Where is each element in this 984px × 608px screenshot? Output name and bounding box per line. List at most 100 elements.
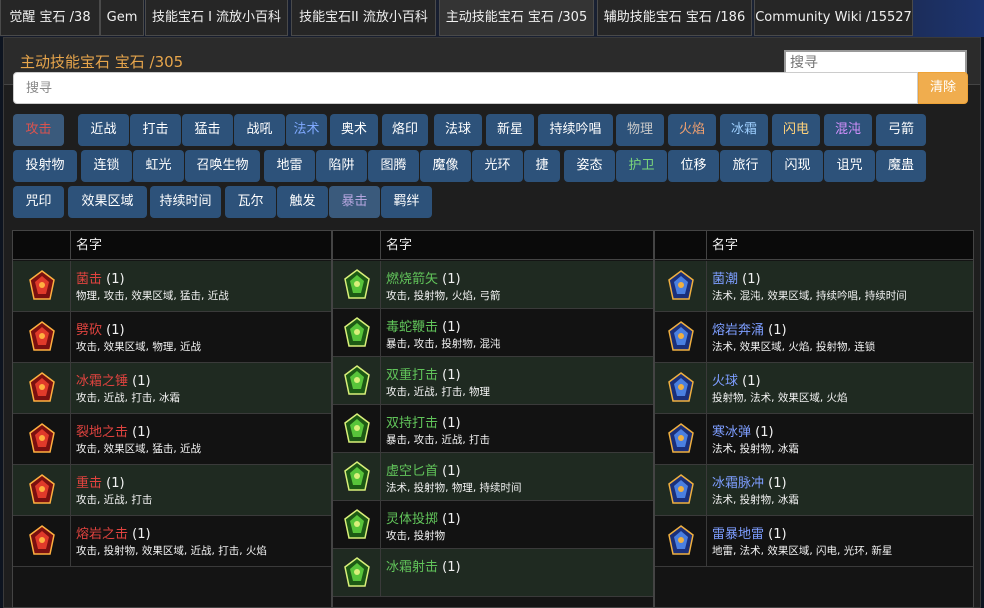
tag-button[interactable]: 攻击 — [13, 114, 64, 146]
intelligence-gem-icon[interactable] — [655, 465, 707, 515]
tag-button[interactable]: 图腾 — [368, 150, 419, 182]
gem-name-link[interactable]: 寒冰弹 — [712, 425, 751, 440]
tag-button[interactable]: 召唤生物 — [185, 150, 260, 182]
tag-button[interactable]: 猛击 — [182, 114, 233, 146]
strength-gem-icon[interactable] — [13, 312, 71, 362]
table-row[interactable]: 菌潮 (1) 法术, 混沌, 效果区域, 持续吟唱, 持续时间 — [655, 261, 973, 312]
tag-button[interactable]: 烙印 — [382, 114, 428, 146]
table-row[interactable]: 双持打击 (1) 暴击, 攻击, 近战, 打击 — [333, 405, 653, 453]
table-row[interactable]: 燃烧箭矢 (1) 攻击, 投射物, 火焰, 弓箭 — [333, 261, 653, 309]
table-row[interactable]: 重击 (1) 攻击, 近战, 打击 — [13, 465, 331, 516]
tag-button[interactable]: 新星 — [486, 114, 534, 146]
tag-button[interactable]: 闪现 — [772, 150, 823, 182]
intelligence-gem-icon[interactable] — [655, 312, 707, 362]
tag-button[interactable]: 持续吟唱 — [538, 114, 613, 146]
tag-button[interactable]: 旅行 — [720, 150, 771, 182]
gem-name-link[interactable]: 灵体投掷 — [386, 512, 438, 527]
gem-name-link[interactable]: 双重打击 — [386, 368, 438, 383]
gem-name-link[interactable]: 燃烧箭矢 — [386, 272, 438, 287]
gem-name-link[interactable]: 毒蛇鞭击 — [386, 320, 438, 335]
intelligence-gem-icon[interactable] — [655, 363, 707, 413]
gem-name-link[interactable]: 虚空匕首 — [386, 464, 438, 479]
tag-button[interactable]: 触发 — [277, 186, 328, 218]
tag-button[interactable]: 暴击 — [329, 186, 380, 218]
tag-button[interactable]: 魔像 — [420, 150, 471, 182]
table-row[interactable]: 寒冰弹 (1) 法术, 投射物, 冰霜 — [655, 414, 973, 465]
nav-tab-4[interactable]: 主动技能宝石 宝石 /305 — [439, 0, 594, 36]
tag-button[interactable]: 姿态 — [564, 150, 615, 182]
gem-name-link[interactable]: 熔岩奔涌 — [712, 323, 764, 338]
table-row[interactable]: 冰霜之锤 (1) 攻击, 近战, 打击, 冰霜 — [13, 363, 331, 414]
strength-gem-icon[interactable] — [13, 465, 71, 515]
gem-name-link[interactable]: 劈砍 — [76, 323, 102, 338]
nav-tab-2[interactable]: 技能宝石 I 流放小百科 — [145, 0, 288, 36]
tag-button[interactable]: 混沌 — [824, 114, 872, 146]
gem-name-link[interactable]: 火球 — [712, 374, 738, 389]
gem-name-link[interactable]: 菌击 — [76, 272, 102, 287]
nav-tab-5[interactable]: 辅助技能宝石 宝石 /186 — [597, 0, 752, 36]
table-row[interactable]: 冰霜射击 (1) — [333, 549, 653, 597]
intelligence-gem-icon[interactable] — [655, 261, 707, 311]
header-name-column[interactable]: 名字 — [71, 231, 102, 260]
tag-button[interactable]: 地雷 — [264, 150, 315, 182]
nav-tab-6[interactable]: Community Wiki /15527 — [754, 0, 913, 36]
tag-button[interactable]: 打击 — [130, 114, 181, 146]
table-row[interactable]: 虚空匕首 (1) 法术, 投射物, 物理, 持续时间 — [333, 453, 653, 501]
gem-name-link[interactable]: 冰霜射击 — [386, 560, 438, 575]
gem-name-link[interactable]: 熔岩之击 — [76, 527, 128, 542]
table-row[interactable]: 双重打击 (1) 攻击, 近战, 打击, 物理 — [333, 357, 653, 405]
tag-button[interactable]: 近战 — [78, 114, 129, 146]
table-row[interactable]: 灵体投掷 (1) 攻击, 投射物 — [333, 501, 653, 549]
tag-button[interactable]: 持续时间 — [150, 186, 221, 218]
nav-tab-0[interactable]: 觉醒 宝石 /38 — [0, 0, 100, 36]
tag-button[interactable]: 诅咒 — [824, 150, 875, 182]
clear-button[interactable]: 清除 — [918, 72, 968, 104]
table-row[interactable]: 熔岩之击 (1) 攻击, 投射物, 效果区域, 近战, 打击, 火焰 — [13, 516, 331, 567]
gem-name-link[interactable]: 冰霜脉冲 — [712, 476, 764, 491]
table-row[interactable]: 裂地之击 (1) 攻击, 效果区域, 猛击, 近战 — [13, 414, 331, 465]
tag-button[interactable]: 瓦尔 — [225, 186, 276, 218]
gem-name-link[interactable]: 裂地之击 — [76, 425, 128, 440]
table-row[interactable]: 菌击 (1) 物理, 攻击, 效果区域, 猛击, 近战 — [13, 261, 331, 312]
dexterity-gem-icon[interactable] — [333, 309, 381, 356]
header-name-column[interactable]: 名字 — [381, 231, 412, 260]
gem-name-link[interactable]: 雷暴地雷 — [712, 527, 764, 542]
nav-tab-3[interactable]: 技能宝石II 流放小百科 — [291, 0, 436, 36]
table-row[interactable]: 毒蛇鞭击 (1) 暴击, 攻击, 投射物, 混沌 — [333, 309, 653, 357]
tag-button[interactable]: 闪电 — [772, 114, 820, 146]
tag-button[interactable]: 羁绊 — [381, 186, 432, 218]
header-name-column[interactable]: 名字 — [707, 231, 738, 260]
tag-button[interactable]: 物理 — [616, 114, 664, 146]
tag-button[interactable]: 火焰 — [668, 114, 716, 146]
gem-name-link[interactable]: 冰霜之锤 — [76, 374, 128, 389]
tag-button[interactable]: 光环 — [472, 150, 523, 182]
tag-button[interactable]: 弓箭 — [876, 114, 926, 146]
tag-button[interactable]: 魔蛊 — [876, 150, 926, 182]
tag-button[interactable]: 法球 — [434, 114, 482, 146]
dexterity-gem-icon[interactable] — [333, 549, 381, 596]
table-row[interactable]: 劈砍 (1) 攻击, 效果区域, 物理, 近战 — [13, 312, 331, 363]
intelligence-gem-icon[interactable] — [655, 516, 707, 566]
table-row[interactable]: 冰霜脉冲 (1) 法术, 投射物, 冰霜 — [655, 465, 973, 516]
tag-button[interactable]: 连锁 — [81, 150, 132, 182]
dexterity-gem-icon[interactable] — [333, 261, 381, 308]
dexterity-gem-icon[interactable] — [333, 357, 381, 404]
tag-button[interactable]: 效果区域 — [68, 186, 147, 218]
dexterity-gem-icon[interactable] — [333, 405, 381, 452]
nav-tab-1[interactable]: Gem — [100, 0, 144, 36]
tag-button[interactable]: 咒印 — [13, 186, 64, 218]
gem-name-link[interactable]: 双持打击 — [386, 416, 438, 431]
strength-gem-icon[interactable] — [13, 516, 71, 566]
dexterity-gem-icon[interactable] — [333, 501, 381, 548]
dexterity-gem-icon[interactable] — [333, 453, 381, 500]
strength-gem-icon[interactable] — [13, 363, 71, 413]
tag-button[interactable]: 法术 — [286, 114, 327, 146]
table-row[interactable]: 雷暴地雷 (1) 地雷, 法术, 效果区域, 闪电, 光环, 新星 — [655, 516, 973, 567]
tag-button[interactable]: 投射物 — [13, 150, 77, 182]
tag-button[interactable]: 护卫 — [616, 150, 667, 182]
tag-button[interactable]: 战吼 — [234, 114, 285, 146]
intelligence-gem-icon[interactable] — [655, 414, 707, 464]
strength-gem-icon[interactable] — [13, 261, 71, 311]
tag-button[interactable]: 位移 — [668, 150, 719, 182]
gem-name-link[interactable]: 菌潮 — [712, 272, 738, 287]
